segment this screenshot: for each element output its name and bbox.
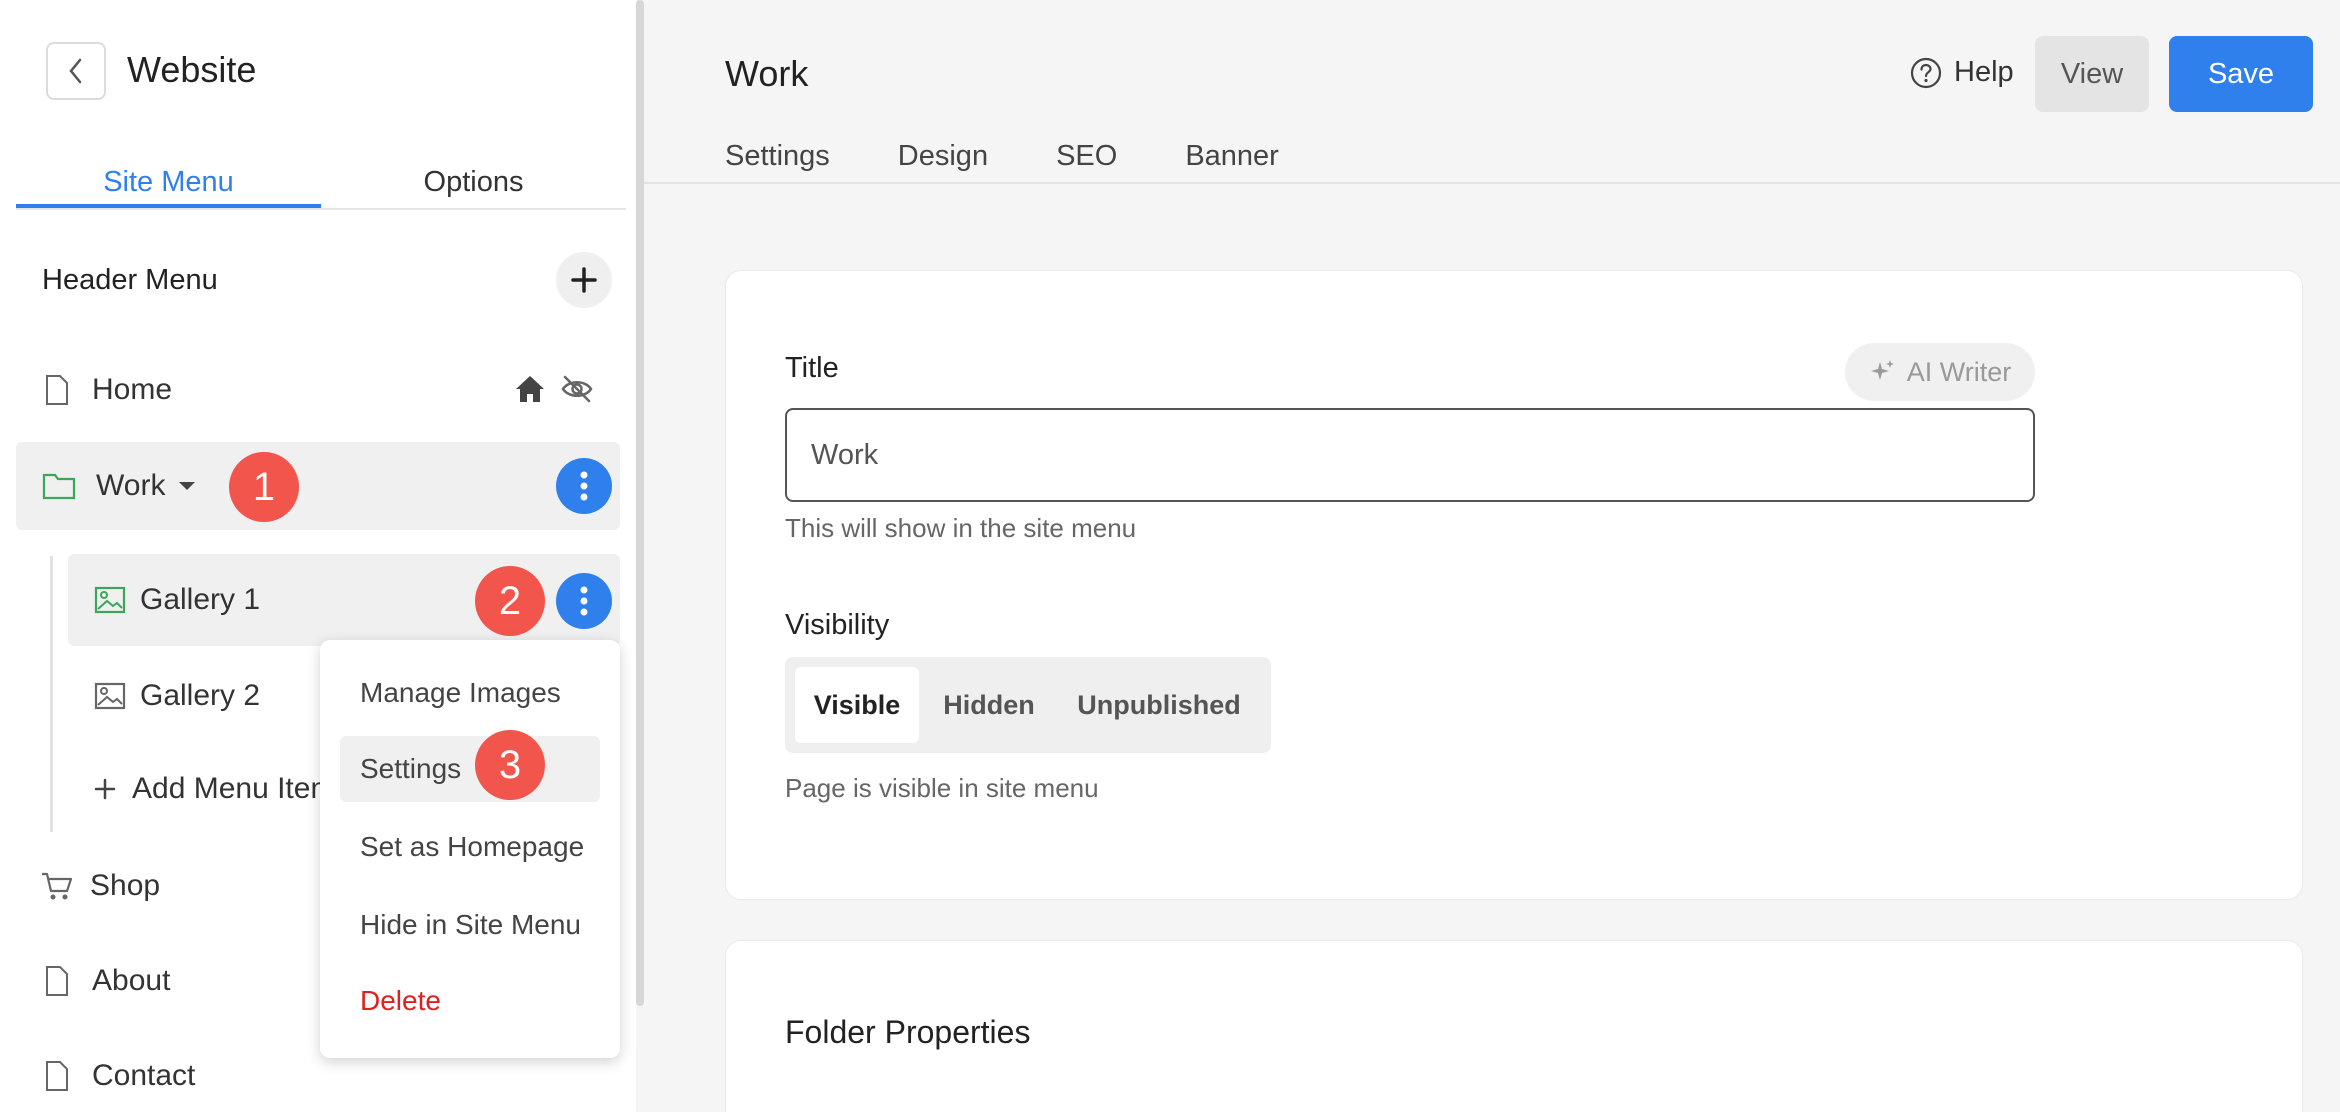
- sidebar-tabs: Site Menu Options: [16, 158, 626, 210]
- step-badge-1: 1: [229, 452, 299, 522]
- visibility-selector: Visible Hidden Unpublished: [785, 657, 1271, 753]
- title-label: Title: [785, 352, 839, 384]
- sidebar-item-label: About: [92, 964, 171, 997]
- sidebar-item-gallery-1[interactable]: Gallery 1: [94, 582, 260, 618]
- folder-icon: [42, 473, 76, 500]
- page-icon: [46, 966, 68, 996]
- visibility-hint: Page is visible in site menu: [785, 773, 1099, 803]
- settings-card: [725, 270, 2303, 900]
- main-tabs: Settings Design SEO Banner: [725, 138, 1279, 174]
- image-icon: [94, 682, 126, 710]
- sidebar-item-shop[interactable]: Shop: [40, 868, 160, 904]
- back-button[interactable]: [46, 42, 106, 100]
- tabs-divider: [644, 182, 2340, 184]
- visibility-option-unpublished[interactable]: Unpublished: [1057, 667, 1261, 743]
- plus-icon: [571, 267, 597, 293]
- tab-options[interactable]: Options: [321, 158, 626, 208]
- cart-icon: [42, 872, 73, 900]
- sidebar-item-gallery-2[interactable]: Gallery 2: [94, 678, 260, 714]
- sidebar-item-label: Contact: [92, 1059, 196, 1092]
- sidebar-item-label: Shop: [90, 869, 161, 902]
- help-button[interactable]: Help: [1910, 56, 2014, 89]
- sidebar-item-contact[interactable]: Contact: [44, 1058, 195, 1094]
- visibility-option-hidden[interactable]: Hidden: [925, 667, 1053, 743]
- tab-site-menu[interactable]: Site Menu: [16, 158, 321, 208]
- image-icon: [94, 586, 126, 614]
- menu-item-settings[interactable]: Settings: [360, 752, 461, 786]
- tab-design[interactable]: Design: [898, 138, 988, 174]
- menu-item-delete[interactable]: Delete: [360, 984, 441, 1018]
- sidebar-title: Website: [127, 49, 257, 90]
- step-badge-3: 3: [475, 730, 545, 800]
- sidebar-item-label: Gallery 2: [140, 679, 261, 712]
- menu-item-manage-images[interactable]: Manage Images: [360, 676, 561, 710]
- ai-writer-label: AI Writer: [1906, 356, 2012, 387]
- menu-item-set-homepage[interactable]: Set as Homepage: [360, 830, 584, 864]
- sparkle-icon: [1870, 360, 1894, 380]
- folder-properties-heading: Folder Properties: [785, 1014, 1031, 1050]
- view-button[interactable]: View: [2035, 36, 2149, 112]
- page-icon: [46, 375, 68, 405]
- sidebar-item-home[interactable]: Home: [44, 372, 172, 408]
- title-hint: This will show in the site menu: [785, 513, 1137, 543]
- tab-banner[interactable]: Banner: [1185, 138, 1279, 174]
- page-icon: [46, 1061, 68, 1091]
- more-vertical-icon: [580, 586, 588, 616]
- tree-line: [50, 556, 53, 832]
- sidebar-item-label: Work: [96, 469, 166, 502]
- home-icon: [516, 376, 544, 402]
- more-vertical-icon: [580, 471, 588, 501]
- menu-item-hide-in-site-menu[interactable]: Hide in Site Menu: [360, 908, 581, 942]
- caret-down-icon: [179, 482, 196, 490]
- help-label: Help: [1954, 56, 2014, 88]
- add-menu-item-label: Add Menu Item: [132, 772, 336, 805]
- header-menu-label: Header Menu: [42, 264, 218, 296]
- visibility-label: Visibility: [785, 609, 890, 641]
- eye-off-icon: [561, 375, 593, 403]
- ai-writer-button[interactable]: AI Writer: [1845, 343, 2035, 401]
- gallery-1-options-button[interactable]: [556, 573, 612, 629]
- title-input[interactable]: [785, 408, 2035, 502]
- sidebar-scrollbar[interactable]: [636, 0, 644, 1006]
- help-circle-icon: [1910, 57, 1942, 88]
- tab-seo[interactable]: SEO: [1056, 138, 1117, 174]
- chevron-left-icon: [69, 58, 82, 84]
- tab-settings[interactable]: Settings: [725, 138, 830, 174]
- sidebar: Website Site Menu Options Header Menu Ho…: [0, 0, 636, 1112]
- sidebar-item-about[interactable]: About: [44, 963, 170, 999]
- add-menu-button[interactable]: [556, 252, 612, 308]
- step-badge-2: 2: [475, 566, 545, 636]
- visibility-option-visible[interactable]: Visible: [795, 667, 919, 743]
- plus-icon: [94, 778, 116, 800]
- add-menu-item-button[interactable]: Add Menu Item: [94, 771, 335, 807]
- context-menu: Manage Images Settings Set as Homepage H…: [320, 640, 620, 1058]
- sidebar-item-label: Home: [92, 373, 173, 406]
- page-title: Work: [725, 53, 809, 94]
- sidebar-item-work[interactable]: Work: [42, 468, 197, 504]
- work-options-button[interactable]: [556, 458, 612, 514]
- sidebar-item-label: Gallery 1: [140, 583, 261, 616]
- save-button[interactable]: Save: [2169, 36, 2313, 112]
